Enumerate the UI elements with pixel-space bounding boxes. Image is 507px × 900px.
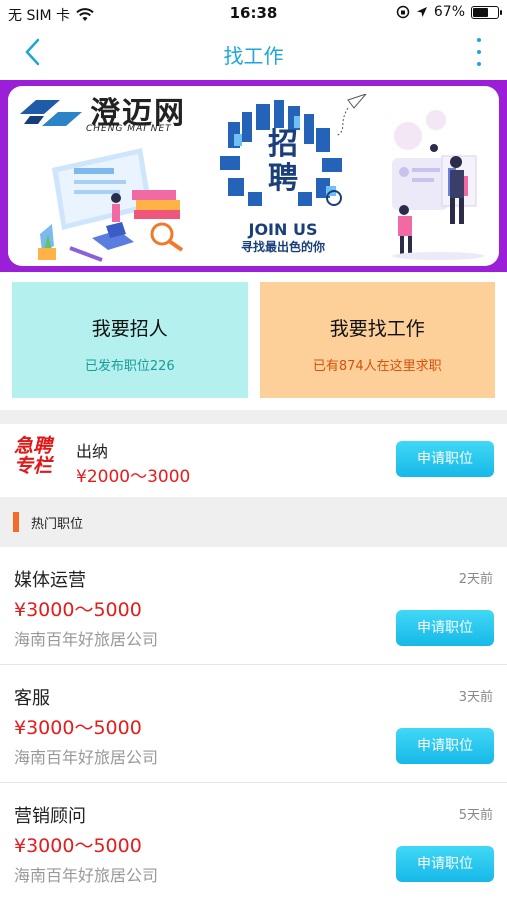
status-bar: 无 SIM 卡 16:38 67% [0,0,507,28]
logo-icon [20,100,82,126]
job-salary: ¥3000～5000 [14,835,142,857]
section-title: 热门职位 [31,517,84,532]
battery-level [473,7,489,17]
hot-jobs-header: 热门职位 [0,497,507,547]
urgent-job-title: 出纳 [76,442,109,461]
find-job-card[interactable]: 我要找工作 已有874人在这里求职 [259,282,495,398]
logo-subtext: CHENG MAI NET [86,124,172,134]
urgent-job-salary: ¥2000～3000 [76,467,191,487]
apply-button[interactable]: 申请职位 [396,610,494,646]
job-list-item[interactable]: 客服 ¥3000～5000 海南百年好旅居公司 3天前 申请职位 [0,666,507,783]
job-list-item[interactable]: 媒体运营 ¥3000～5000 海南百年好旅居公司 2天前 申请职位 [0,548,507,665]
urgent-hiring-row[interactable]: 急聘 专栏 出纳 ¥2000～3000 申请职位 [0,424,507,494]
find-job-title: 我要找工作 [329,318,425,340]
job-posted-time: 2天前 [458,572,493,587]
post-job-title: 我要招人 [91,318,168,340]
office-illustration [38,148,184,262]
post-job-card[interactable]: 我要招人 已发布职位226 [12,282,248,398]
job-posted-time: 3天前 [458,690,493,705]
more-dot-icon [477,62,481,66]
apply-button[interactable]: 申请职位 [396,441,494,477]
urgent-badge-line1: 急聘 [14,435,53,457]
page-title: 找工作 [223,44,284,68]
section-marker [13,512,19,532]
job-title: 营销顾问 [14,806,86,827]
banner-headline-bottom: 聘 [268,161,298,196]
urgent-badge-line2: 专栏 [14,455,53,477]
job-title: 媒体运营 [14,570,86,591]
banner-slogan: 寻找最出色的你 [240,240,325,254]
banner-join-text: JOIN US [248,220,318,239]
more-dot-icon [477,38,481,42]
battery-icon [471,5,502,19]
job-salary: ¥3000～5000 [14,717,142,739]
job-company: 海南百年好旅居公司 [14,630,159,649]
job-company: 海南百年好旅居公司 [14,866,159,885]
quick-actions: 我要招人 已发布职位226 我要找工作 已有874人在这里求职 [12,282,495,398]
apply-button[interactable]: 申请职位 [396,846,494,882]
promo-banner[interactable]: 澄迈网 CHENG MAI NET 招 聘 JOIN US 寻找最出色的你 [0,80,507,272]
job-title: 客服 [14,688,50,709]
section-divider [0,410,507,424]
job-seekers-count: 已有874人在这里求职 [312,359,442,374]
battery-percent: 67% [433,4,465,20]
navigation-bar: 找工作 [0,28,507,76]
job-salary: ¥3000～5000 [14,599,142,621]
status-right: 67% [396,4,502,20]
more-dot-icon [477,50,481,54]
banner-headline-top: 招 [268,127,298,162]
orientation-lock-icon [396,5,410,19]
job-posted-time: 5天前 [458,808,493,823]
more-menu-button[interactable] [473,36,485,68]
location-icon [416,7,427,17]
hiring-graphic: 招 聘 [220,94,367,206]
job-list-item[interactable]: 营销顾问 ¥3000～5000 海南百年好旅居公司 5天前 申请职位 [0,784,507,900]
urgent-hiring-badge: 急聘 专栏 [14,436,62,476]
job-company: 海南百年好旅居公司 [14,748,159,767]
posted-jobs-count: 已发布职位226 [84,359,175,374]
banner-content: 澄迈网 CHENG MAI NET 招 聘 JOIN US 寻找最出色的你 [8,86,499,266]
apply-button[interactable]: 申请职位 [396,728,494,764]
recruiter-illustration [392,110,484,260]
